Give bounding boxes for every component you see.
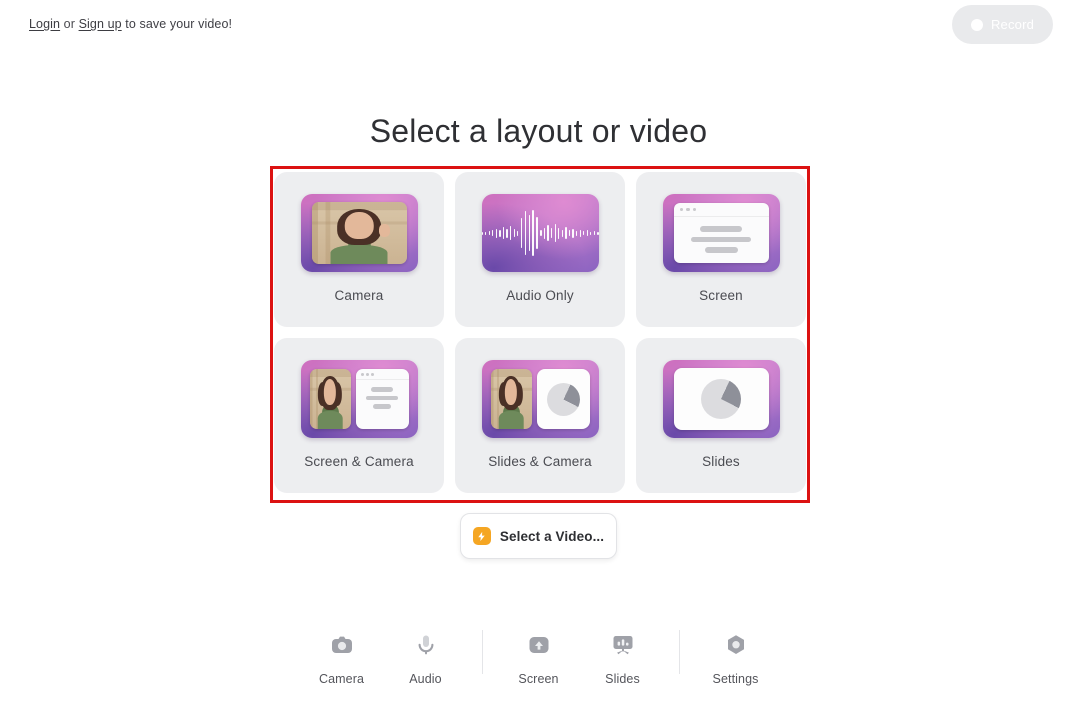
screen-camera-thumb xyxy=(300,360,418,438)
window-dot-icon xyxy=(679,207,684,212)
hand-shape xyxy=(378,224,391,237)
bottom-toolbar: Camera Audio Screen Slides Settings xyxy=(0,630,1077,686)
head-shape xyxy=(504,378,518,405)
camera-icon xyxy=(330,630,354,660)
window-dot-icon xyxy=(371,372,375,376)
slide-mock xyxy=(536,369,590,429)
torso-shape xyxy=(317,411,343,429)
content-line xyxy=(691,236,751,242)
signup-link[interactable]: Sign up xyxy=(79,17,122,31)
screen-share-icon xyxy=(527,630,551,660)
slide-mock xyxy=(673,368,769,430)
record-button[interactable]: Record xyxy=(952,5,1053,44)
save-video-note: to save your video! xyxy=(125,17,233,31)
camera-thumb xyxy=(300,194,418,272)
head-shape xyxy=(344,211,374,240)
top-bar: Login or Sign up to save your video! Rec… xyxy=(0,0,1077,52)
browser-window-mock xyxy=(673,203,769,263)
layout-grid-wrapper: Camera Audio Only Screen Screen & Camera… xyxy=(270,166,810,503)
camera-preview-image xyxy=(309,369,351,429)
toolbar-divider xyxy=(481,630,483,674)
window-dot-icon xyxy=(365,372,369,376)
window-content-lines xyxy=(356,380,409,409)
torso-shape xyxy=(330,245,388,264)
layout-card-slides-and-camera[interactable]: Slides & Camera xyxy=(455,338,625,493)
toolbar-item-settings[interactable]: Settings xyxy=(694,630,778,686)
window-content-lines xyxy=(674,217,769,253)
window-titlebar xyxy=(673,203,769,217)
slides-thumb xyxy=(662,360,780,438)
microphone-icon xyxy=(414,630,438,660)
toolbar-item-label: Camera xyxy=(318,672,365,686)
content-line xyxy=(704,247,738,253)
window-dot-icon xyxy=(692,207,697,212)
select-video-button[interactable]: Select a Video... xyxy=(460,513,617,559)
person-illustration xyxy=(490,369,532,429)
toolbar-item-label: Settings xyxy=(712,672,759,686)
window-dot-icon xyxy=(360,372,364,376)
person-illustration xyxy=(311,202,407,264)
toolbar-divider xyxy=(678,630,680,674)
person-illustration xyxy=(309,369,351,429)
screen-window-thumb xyxy=(662,194,780,272)
layout-grid: Camera Audio Only Screen Screen & Camera… xyxy=(274,172,806,493)
head-shape xyxy=(323,378,337,405)
toolbar-item-camera[interactable]: Camera xyxy=(300,630,384,686)
slides-camera-thumb xyxy=(481,360,599,438)
layout-card-label: Slides & Camera xyxy=(488,454,592,469)
layout-card-label: Slides xyxy=(702,454,740,469)
login-link[interactable]: Login xyxy=(29,17,60,31)
layout-card-screen[interactable]: Screen xyxy=(636,172,806,327)
content-line xyxy=(366,395,398,401)
recorder-app: Login or Sign up to save your video! Rec… xyxy=(0,0,1077,710)
pie-chart-icon xyxy=(701,379,741,419)
slides-icon xyxy=(611,630,635,660)
page-title: Select a layout or video xyxy=(369,113,708,149)
camera-preview-image xyxy=(490,369,532,429)
or-separator: or xyxy=(63,17,75,31)
layout-card-screen-and-camera[interactable]: Screen & Camera xyxy=(274,338,444,493)
waveform-icon xyxy=(481,194,599,272)
toolbar-item-label: Audio xyxy=(409,672,442,686)
content-line xyxy=(371,387,393,392)
layout-card-label: Audio Only xyxy=(506,288,574,303)
torso-shape xyxy=(498,411,524,429)
pie-chart-icon xyxy=(546,382,580,416)
toolbar-item-label: Slides xyxy=(605,672,640,686)
content-line xyxy=(373,404,391,409)
layout-card-camera[interactable]: Camera xyxy=(274,172,444,327)
layout-card-label: Camera xyxy=(334,288,384,303)
layout-card-label: Screen xyxy=(699,288,743,303)
audio-waveform-thumb xyxy=(481,194,599,272)
gear-icon xyxy=(724,630,748,660)
window-dot-icon xyxy=(686,207,690,212)
layout-card-label: Screen & Camera xyxy=(304,454,414,469)
record-button-label: Record xyxy=(990,17,1035,32)
toolbar-item-audio[interactable]: Audio xyxy=(384,630,468,686)
account-note: Login or Sign up to save your video! xyxy=(29,17,232,31)
window-titlebar xyxy=(355,369,409,380)
layout-card-audio-only[interactable]: Audio Only xyxy=(455,172,625,327)
content-line xyxy=(700,226,742,232)
record-dot-icon xyxy=(970,18,983,31)
toolbar-item-screen[interactable]: Screen xyxy=(497,630,581,686)
spark-icon xyxy=(472,527,491,545)
toolbar-item-slides[interactable]: Slides xyxy=(581,630,665,686)
toolbar-item-label: Screen xyxy=(518,672,559,686)
camera-preview-image xyxy=(311,202,407,264)
select-video-label: Select a Video... xyxy=(499,528,605,544)
layout-card-slides[interactable]: Slides xyxy=(636,338,806,493)
browser-window-mock xyxy=(355,369,409,429)
